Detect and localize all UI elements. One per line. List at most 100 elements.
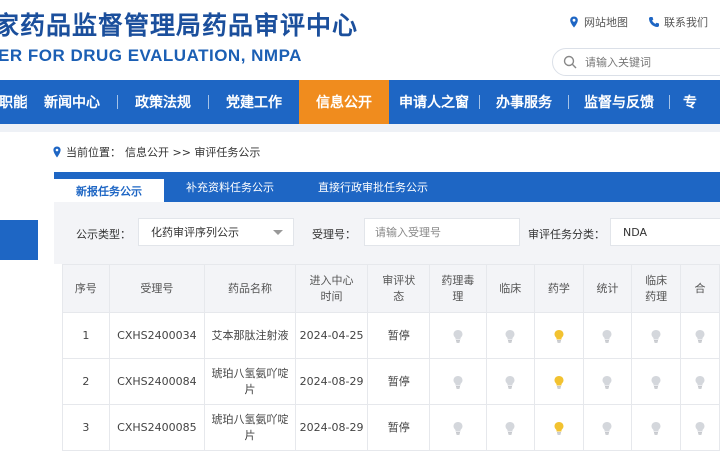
lightbulb-off-icon: [695, 421, 705, 435]
table-row[interactable]: 1 CXHS2400034 艾本那肽注射液 2024-04-25 暂停: [62, 312, 720, 359]
category-select-value: NDA: [623, 225, 648, 239]
sidebar-item-active[interactable]: [0, 220, 38, 260]
row-number: 3: [62, 404, 110, 451]
nav-item-services[interactable]: 办事服务: [480, 80, 568, 124]
top-links: 网站地图 联系我们: [568, 14, 708, 30]
column-header: 临床: [485, 264, 536, 313]
nav-item-policy[interactable]: 政策法规: [118, 80, 208, 124]
main-nav: 职能 新闻中心 政策法规 党建工作 信息公开 申请人之窗 办事服务 监督与反馈 …: [0, 80, 720, 124]
column-header: 审评状 态: [367, 264, 431, 313]
phone-icon: [649, 17, 659, 27]
breadcrumb-prefix: 当前位置：: [66, 146, 121, 159]
drug-name: 琥珀八氢氨吖啶片: [204, 358, 296, 405]
acceptance-number: CXHS2400084: [108, 358, 206, 405]
table-header-row: 序号 受理号 药品名称 进入中心 时间 审评状 态药理毒 理临床 药学 统计 临床 药理合: [62, 264, 720, 313]
status-light-cell: [679, 404, 720, 451]
lightbulb-off-icon: [453, 329, 463, 343]
lightbulb-on-icon: [554, 375, 564, 389]
location-pin-icon: [570, 16, 578, 28]
site-header: 家药品监督管理局药品审评中心 ER FOR DRUG EVALUATION, N…: [0, 0, 720, 80]
lightbulb-off-icon: [602, 421, 612, 435]
lightbulb-off-icon: [453, 421, 463, 435]
review-status: 暂停: [367, 404, 431, 451]
entry-date: 2024-08-29: [294, 358, 369, 405]
nav-item-functions[interactable]: 职能: [0, 80, 27, 124]
status-light-cell: [429, 358, 487, 405]
review-status: 暂停: [367, 358, 431, 405]
status-light-cell: [582, 312, 633, 359]
lightbulb-on-icon: [554, 329, 564, 343]
lightbulb-off-icon: [651, 329, 661, 343]
left-sidebar: [0, 132, 38, 460]
row-number: 1: [62, 312, 110, 359]
chevron-down-icon: [273, 230, 283, 235]
search-box[interactable]: [552, 48, 720, 76]
site-title: 家药品监督管理局药品审评中心: [0, 11, 359, 40]
sitemap-link-label: 网站地图: [584, 16, 628, 29]
entry-date: 2024-08-29: [294, 404, 369, 451]
lightbulb-off-icon: [453, 375, 463, 389]
search-input[interactable]: [585, 55, 720, 69]
category-label: 审评任务分类：: [528, 228, 605, 241]
status-light-cell: [679, 312, 720, 359]
nav-item-news[interactable]: 新闻中心: [27, 80, 117, 124]
tab-new-tasks[interactable]: 新报任务公示: [54, 176, 164, 202]
column-header: 临床 药理: [631, 264, 681, 313]
nav-item-party[interactable]: 党建工作: [209, 80, 299, 124]
acceptance-number: CXHS2400085: [108, 404, 206, 451]
column-header: 药学: [534, 264, 584, 313]
filter-bar: 公示类型： 化药审评序列公示 受理号： 审评任务分类： NDA: [54, 202, 720, 264]
task-table: 序号 受理号 药品名称 进入中心 时间 审评状 态药理毒 理临床 药学 统计 临床 药理合 1…: [62, 264, 720, 451]
column-header: 序号: [62, 264, 110, 313]
task-tabs: 新报任务公示 补充资料任务公示 直接行政审批任务公示: [54, 172, 720, 202]
lightbulb-off-icon: [651, 375, 661, 389]
status-light-cell: [534, 358, 584, 405]
status-light-cell: [582, 404, 633, 451]
status-light-cell: [534, 312, 584, 359]
status-light-cell: [534, 404, 584, 451]
tab-supplement-tasks[interactable]: 补充资料任务公示: [164, 172, 296, 202]
nav-item-applicant[interactable]: 申请人之窗: [389, 80, 479, 124]
entry-date: 2024-04-25: [294, 312, 369, 359]
status-light-cell: [631, 358, 681, 405]
acceptance-input[interactable]: [364, 218, 520, 246]
drug-name: 艾本那肽注射液: [204, 312, 296, 359]
lightbulb-off-icon: [602, 375, 612, 389]
nav-item-supervision[interactable]: 监督与反馈: [569, 80, 669, 124]
nav-item-more[interactable]: 专: [670, 80, 710, 124]
breadcrumb: 当前位置： 信息公开 >> 审评任务公示: [52, 144, 260, 160]
main-panel: 当前位置： 信息公开 >> 审评任务公示 新报任务公示 补充资料任务公示 直接行…: [38, 132, 720, 460]
status-light-cell: [485, 312, 536, 359]
search-icon: [563, 55, 577, 69]
breadcrumb-path[interactable]: 信息公开 >> 审评任务公示: [125, 144, 260, 160]
location-pin-icon: [53, 146, 61, 158]
category-select[interactable]: NDA: [610, 218, 720, 246]
type-select[interactable]: 化药审评序列公示: [138, 218, 294, 246]
tab-direct-approval-tasks[interactable]: 直接行政审批任务公示: [296, 172, 450, 202]
table-row[interactable]: 3 CXHS2400085 琥珀八氢氨吖啶片 2024-08-29 暂停: [62, 404, 720, 451]
type-select-value: 化药审评序列公示: [151, 226, 239, 239]
column-header: 药品名称: [204, 264, 296, 313]
lightbulb-off-icon: [695, 329, 705, 343]
status-light-cell: [485, 358, 536, 405]
column-header: 药理毒 理: [429, 264, 487, 313]
site-subtitle: ER FOR DRUG EVALUATION, NMPA: [0, 46, 302, 65]
status-light-cell: [429, 404, 487, 451]
nav-item-info-disclosure[interactable]: 信息公开: [299, 80, 389, 124]
review-status: 暂停: [367, 312, 431, 359]
acceptance-number: CXHS2400034: [108, 312, 206, 359]
column-header: 受理号: [108, 264, 206, 313]
table-row[interactable]: 2 CXHS2400084 琥珀八氢氨吖啶片 2024-08-29 暂停: [62, 358, 720, 405]
lightbulb-on-icon: [554, 421, 564, 435]
acceptance-label: 受理号：: [312, 228, 356, 241]
lightbulb-off-icon: [602, 329, 612, 343]
lightbulb-off-icon: [695, 375, 705, 389]
contact-link[interactable]: 联系我们: [648, 14, 708, 30]
status-light-cell: [582, 358, 633, 405]
sitemap-link[interactable]: 网站地图: [568, 14, 628, 30]
status-light-cell: [631, 404, 681, 451]
status-light-cell: [485, 404, 536, 451]
lightbulb-off-icon: [505, 375, 515, 389]
status-light-cell: [679, 358, 720, 405]
lightbulb-off-icon: [505, 329, 515, 343]
